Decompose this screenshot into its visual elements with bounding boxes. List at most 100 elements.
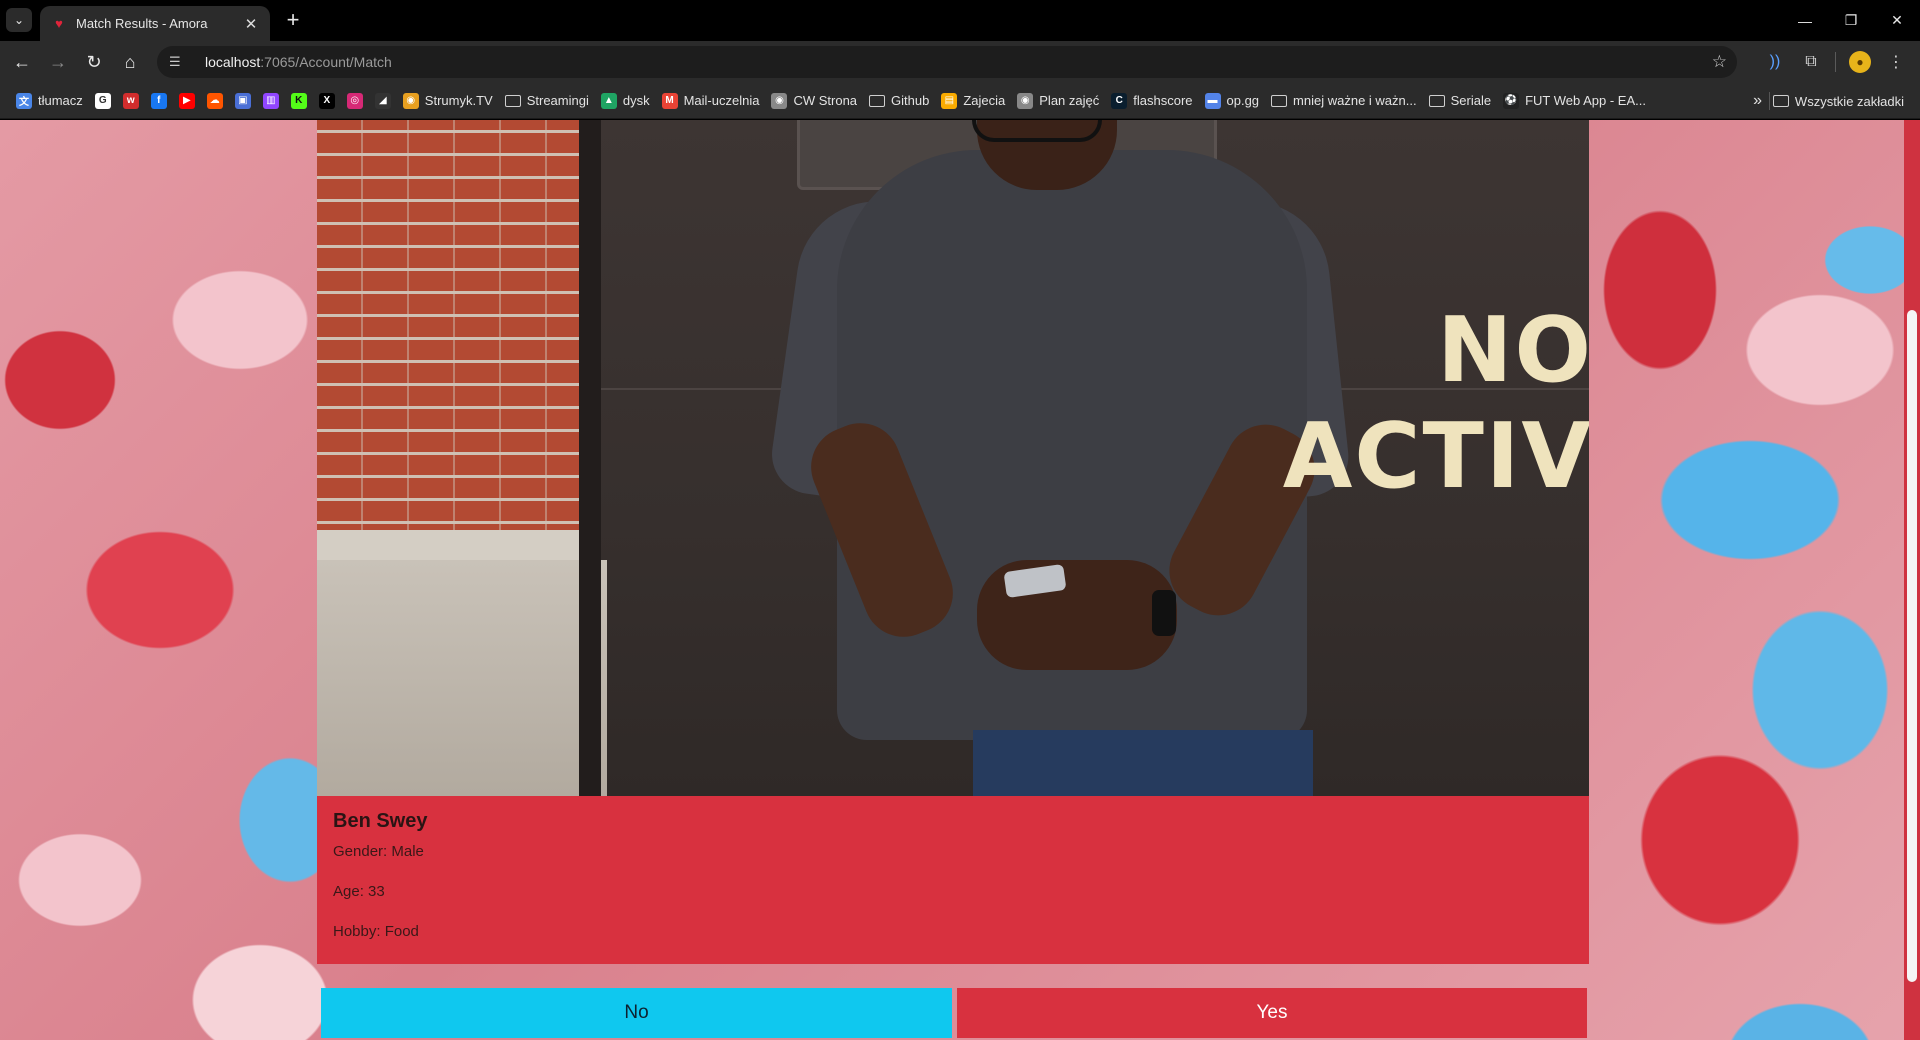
twitch-icon: ▥: [262, 92, 279, 109]
bookmark-item[interactable]: 文 tłumacz: [10, 87, 89, 115]
menu-kebab-icon[interactable]: ⋮: [1880, 46, 1912, 78]
bookmark-item[interactable]: ▬ op.gg: [1199, 87, 1266, 115]
bookmarks-bar: 文 tłumacz Gw f ▶ ☁ ▣ ▥ K X ◎ ◢ ◉ Strumyk.TV Streamingi…: [0, 83, 1920, 119]
bookmarks-overflow-icon[interactable]: »: [1753, 87, 1762, 115]
bookmark-label: op.gg: [1226, 93, 1260, 108]
page-scrollbar[interactable]: [1904, 120, 1920, 1040]
photo-watch: [1152, 590, 1176, 636]
folder-icon: [504, 94, 521, 107]
bookmark-label: Streamingi: [526, 93, 589, 108]
photo-person-glasses: [972, 120, 1102, 142]
globe-icon: ◉: [402, 92, 419, 109]
bookmark-star-icon[interactable]: ☆: [1712, 52, 1727, 72]
active-tab[interactable]: ♥ Match Results - Amora ✕: [40, 6, 270, 41]
bookmark-label: Seriale: [1450, 93, 1492, 108]
instagram-icon: ◎: [346, 92, 363, 109]
close-window-icon[interactable]: ✕: [1874, 0, 1920, 41]
bookmark-item[interactable]: G: [89, 87, 117, 115]
bookmark-item[interactable]: ⚽ FUT Web App - EA...: [1497, 87, 1652, 115]
profile-avatar[interactable]: ●: [1844, 46, 1876, 78]
window-controls: — ❐ ✕: [1782, 0, 1920, 41]
bookmark-item[interactable]: mniej ważne i ważn...: [1265, 87, 1423, 115]
site-info-icon[interactable]: ☰: [169, 54, 191, 70]
browser-toolbar: ← → ↻ ⌂ ☰ localhost:7065/Account/Match ☆…: [0, 41, 1920, 83]
back-icon[interactable]: ←: [4, 46, 40, 78]
bookmark-item[interactable]: Cflashscore: [1105, 87, 1198, 115]
bookmark-item[interactable]: ◉ Plan zajęć: [1011, 87, 1105, 115]
bookmark-label: Github: [891, 93, 930, 108]
photo-sign-line-1: NO: [1437, 298, 1589, 403]
page-viewport: NO ACTIV Ben Swey Gender: Male Age: 33 H…: [0, 120, 1920, 1040]
all-bookmarks-folder[interactable]: Wszystkie zakładki: [1767, 87, 1910, 115]
bookmark-item[interactable]: ◢: [369, 87, 397, 115]
tab-title: Match Results - Amora: [76, 16, 208, 31]
restore-icon[interactable]: ❐: [1828, 0, 1874, 41]
bookmark-item[interactable]: ▤ Zajecia: [935, 87, 1011, 115]
bookmark-item[interactable]: ☁: [201, 87, 229, 115]
bookmark-label: Zajecia: [963, 93, 1006, 108]
heart-favicon-icon: ♥: [55, 15, 63, 31]
globe-icon: ◉: [1017, 92, 1034, 109]
match-card: NO ACTIV Ben Swey Gender: Male Age: 33 H…: [317, 120, 1589, 964]
reload-icon[interactable]: ↻: [76, 46, 112, 78]
photo-sign-line-2: ACTIV: [1282, 404, 1589, 509]
folder-icon: [1772, 95, 1789, 107]
profile-gender: Gender: Male: [333, 843, 424, 860]
extension-audio-icon[interactable]: )): [1759, 46, 1791, 78]
bookmark-label: CW Strona: [793, 93, 858, 108]
x-icon: X: [318, 92, 335, 109]
bookmark-label: dysk: [622, 93, 650, 108]
bookmark-item[interactable]: w: [117, 87, 145, 115]
no-button[interactable]: No: [321, 988, 952, 1038]
folder-icon: [869, 94, 886, 107]
bookmark-item[interactable]: Github: [863, 87, 935, 115]
address-bar[interactable]: ☰ localhost:7065/Account/Match ☆: [157, 46, 1737, 78]
bookmark-item[interactable]: Seriale: [1423, 87, 1497, 115]
classroom-icon: ▤: [941, 92, 958, 109]
bookmark-item[interactable]: ◉ Strumyk.TV: [397, 87, 499, 115]
opgg-icon: ▬: [1204, 92, 1221, 109]
extensions-puzzle-icon[interactable]: ⧉: [1795, 46, 1827, 78]
folder-icon: [1428, 94, 1445, 107]
drive-icon: ▲: [600, 92, 617, 109]
bookmark-item[interactable]: f: [145, 87, 173, 115]
bookmark-item[interactable]: ▣: [229, 87, 257, 115]
scrollbar-thumb[interactable]: [1907, 310, 1917, 982]
tab-close-icon[interactable]: ✕: [242, 15, 260, 33]
bookmark-item[interactable]: ◎: [341, 87, 369, 115]
tab-strip: ⌄ ♥ Match Results - Amora ✕ + — ❐ ✕: [0, 0, 1920, 41]
gmail-icon: M: [661, 92, 678, 109]
bookmark-item[interactable]: K: [285, 87, 313, 115]
profile-hobby: Hobby: Food: [333, 923, 419, 940]
tab-search-icon[interactable]: ⌄: [6, 8, 32, 32]
bookmark-item[interactable]: ▶: [173, 87, 201, 115]
google-icon: G: [94, 92, 111, 109]
flashscore-icon: C: [1111, 92, 1128, 109]
photo-person-jeans: [973, 730, 1313, 796]
bookmark-label: FUT Web App - EA...: [1525, 93, 1646, 108]
bookmark-item[interactable]: M Mail-uczelnia: [656, 87, 766, 115]
bookmark-item[interactable]: ▥: [257, 87, 285, 115]
toolbar-right: )) ⧉ ● ⋮: [1759, 41, 1920, 83]
bookmark-label: flashscore: [1133, 93, 1193, 108]
home-icon[interactable]: ⌂: [112, 46, 148, 78]
bookmark-item[interactable]: ▲ dysk: [595, 87, 656, 115]
photo-door-edge: [579, 120, 601, 796]
yes-button[interactable]: Yes: [957, 988, 1587, 1038]
wykop-icon: w: [122, 92, 139, 109]
bookmark-item[interactable]: Streamingi: [499, 87, 595, 115]
profile-name: Ben Swey: [333, 810, 428, 832]
bookmark-item[interactable]: X: [313, 87, 341, 115]
profile-age: Age: 33: [333, 883, 385, 900]
bookmark-label: Strumyk.TV: [424, 93, 493, 108]
bookmark-label: Plan zajęć: [1039, 93, 1100, 108]
minimize-icon[interactable]: —: [1782, 0, 1828, 41]
bookmark-label: Mail-uczelnia: [683, 93, 760, 108]
folder-icon: [1271, 94, 1288, 107]
bookmark-item[interactable]: ◉ CW Strona: [765, 87, 863, 115]
forward-icon[interactable]: →: [40, 46, 76, 78]
all-bookmarks-label: Wszystkie zakładki: [1794, 93, 1904, 109]
new-tab-icon[interactable]: +: [280, 8, 306, 34]
ea-icon: ⚽: [1503, 92, 1520, 109]
photo-stone-base: [317, 560, 607, 796]
